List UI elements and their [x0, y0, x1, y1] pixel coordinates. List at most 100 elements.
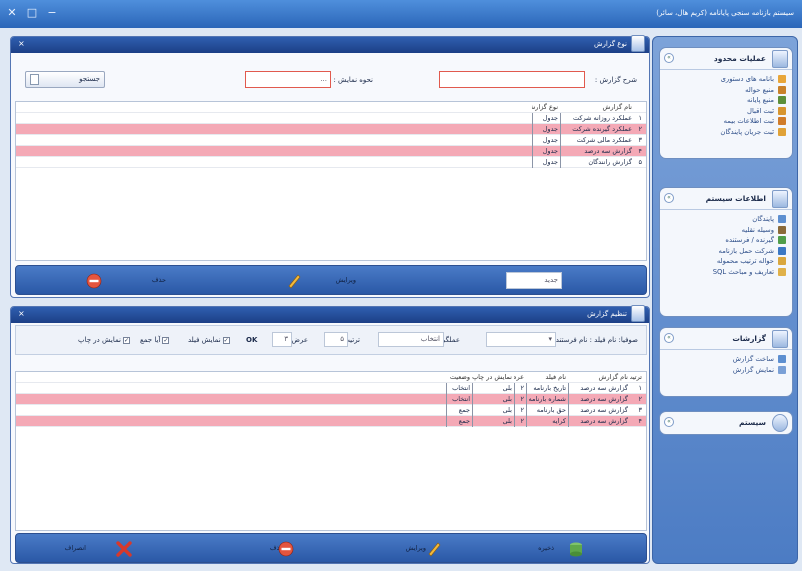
- table-cell: جدول: [532, 157, 560, 168]
- search-button[interactable]: جستجو: [25, 71, 105, 88]
- table-cell: ۴: [638, 147, 643, 155]
- column-header: نمایش در چاپ: [472, 373, 512, 381]
- table-cell: ۳: [638, 136, 643, 144]
- sidebar-item-label: شرکت حمل بازنامه: [718, 246, 774, 255]
- maximize-icon[interactable]: □: [24, 6, 40, 20]
- sidebar-item[interactable]: تعاریف و مباحث SQL: [666, 267, 786, 278]
- sidebar-item[interactable]: منبع پایانه: [666, 95, 786, 106]
- field-name-select[interactable]: ▾: [486, 332, 556, 347]
- table-row[interactable]: ۱ عملکرد روزانه شرکت جدول: [16, 113, 646, 124]
- sort-input[interactable]: ۵: [324, 332, 348, 347]
- sidebar-box-header[interactable]: « سیستم: [660, 412, 792, 434]
- display-mode-select[interactable]: ...: [245, 71, 331, 88]
- table-row[interactable]: ۴ گزارش سه درصد کرایه ۲ بلی جمع: [16, 416, 646, 427]
- width-input[interactable]: ۳: [272, 332, 292, 347]
- sidebar-item[interactable]: منبع حواله: [666, 85, 786, 96]
- sidebar-box-header[interactable]: « اطلاعات سیستم: [660, 188, 792, 210]
- cancel-button[interactable]: انصراف: [56, 541, 146, 557]
- table-row[interactable]: ۳ گزارش سه درصد حق بارنامه ۲ بلی جمع: [16, 405, 646, 416]
- collapse-icon[interactable]: «: [664, 333, 674, 343]
- menu-item-icon: [778, 236, 786, 244]
- window-title: سیستم بازنامه سنجی پایانامه (کریم هال، س…: [656, 9, 794, 17]
- column-header: نام گزارش: [602, 103, 632, 111]
- sidebar-box-header[interactable]: « عملیات محدود: [660, 48, 792, 70]
- print-checkbox[interactable]: ✓نمایش در چاپ: [78, 336, 130, 344]
- sidebar-item[interactable]: وسیله نقلیه: [666, 225, 786, 236]
- table-cell: ۲: [638, 125, 643, 133]
- menu-item-icon: [778, 225, 786, 234]
- ok-button[interactable]: OK: [246, 336, 257, 344]
- database-save-icon: [570, 542, 582, 557]
- menu-item-icon: [778, 85, 786, 94]
- column-header: عرض: [514, 373, 524, 381]
- delete-button[interactable]: حذف: [86, 273, 166, 289]
- sidebar-item[interactable]: شرکت حمل بازنامه: [666, 246, 786, 257]
- sidebar-item-label: وسیله نقلیه: [741, 225, 774, 234]
- fields-table: ترتیبنام گزارش نام فیلد عرضنمایش در چاپوضع…: [15, 371, 647, 531]
- sidebar-box-title: اطلاعات سیستم: [705, 194, 766, 203]
- sidebar-item-label: منبع پایانه: [747, 96, 774, 104]
- sum-checkbox[interactable]: ✓آیا جمع: [140, 336, 170, 344]
- sidebar-item[interactable]: نمایش گزارش: [666, 365, 786, 376]
- collapse-icon[interactable]: «: [664, 53, 674, 63]
- table-header-row: نام گزارش نوع گزارش: [16, 102, 646, 113]
- sidebar-item[interactable]: بانامه های دستوری: [666, 74, 786, 85]
- shield-icon: [772, 414, 788, 432]
- delete-button[interactable]: حذف: [224, 541, 304, 557]
- close-icon[interactable]: ×: [18, 309, 25, 318]
- edit-button[interactable]: ویرایش: [286, 273, 356, 289]
- edit-button[interactable]: ویرایش: [366, 541, 446, 557]
- sidebar-box-system-info: « اطلاعات سیستم پایندگان وسیله نقلیه گیرند…: [659, 187, 793, 317]
- table-cell: ۵: [638, 158, 643, 166]
- menu-item-icon: [778, 127, 786, 136]
- document-icon: [772, 50, 788, 68]
- sidebar-item[interactable]: ثبت اقبال: [666, 106, 786, 117]
- table-cell: شماره بارنامه: [526, 394, 568, 405]
- collapse-icon[interactable]: «: [664, 417, 674, 427]
- sidebar-item-label: حواله ترتیب محموله: [716, 257, 774, 265]
- delete-icon: [86, 273, 102, 289]
- table-row[interactable]: ۳ عملکرد مالی شرکت جدول: [16, 135, 646, 146]
- sidebar-box-header[interactable]: « گزارشات: [660, 328, 792, 350]
- table-row[interactable]: ۲ گزارش سه درصد شماره بارنامه ۲ بلی انتخاب: [16, 394, 646, 405]
- save-label: ذخیره: [538, 544, 554, 552]
- table-cell: ۲: [514, 405, 526, 416]
- table-row[interactable]: ۱ گزارش سه درصد تاریخ بارنامه ۲ بلی انتخاب: [16, 383, 646, 394]
- column-header: نام گزارش: [598, 373, 628, 381]
- table-row[interactable]: ۵ گزارش رانندگان جدول: [16, 157, 646, 168]
- save-button[interactable]: ذخیره: [514, 541, 594, 557]
- report-settings-panel: تنظیم گزارش × صوفیا: نام فیلد : نام فرست…: [10, 305, 650, 564]
- show-field-checkbox[interactable]: ✓نمایش فیلد: [188, 336, 230, 344]
- collapse-icon[interactable]: «: [664, 193, 674, 203]
- table-cell: گزارش سه درصد: [568, 383, 630, 394]
- sidebar-item[interactable]: پایندگان: [666, 214, 786, 225]
- table-cell: گزارش سه درصد: [568, 416, 630, 427]
- table-cell: ۲: [638, 395, 643, 403]
- table-cell: جمع: [446, 416, 472, 427]
- search-label: جستجو: [79, 75, 100, 83]
- table-cell: ۱: [638, 114, 643, 122]
- report-icon: [772, 330, 788, 348]
- table-cell: جمع: [446, 405, 472, 416]
- sidebar-item-label: ثبت اطلاعات بیمه: [723, 117, 774, 125]
- sidebar-item[interactable]: ساخت گزارش: [666, 354, 786, 365]
- close-icon[interactable]: ×: [18, 39, 25, 48]
- sidebar-item[interactable]: حواله ترتیب محموله: [666, 256, 786, 267]
- operator-select[interactable]: انتخاب: [378, 332, 444, 347]
- table-row[interactable]: ۲ عملکرد گیرنده شرکت جدول: [16, 124, 646, 135]
- sidebar: « عملیات محدود بانامه های دستوری منبع حوا…: [652, 36, 798, 564]
- sum-label: آیا جمع: [140, 336, 161, 344]
- table-header-row: ترتیبنام گزارش نام فیلد عرضنمایش در چاپوضع…: [16, 372, 646, 383]
- sidebar-item[interactable]: ثبت اطلاعات بیمه: [666, 116, 786, 127]
- table-cell: ۲: [514, 394, 526, 405]
- bottom-action-bar: ذخیره ویرایش حذف انصراف: [15, 533, 647, 563]
- close-icon[interactable]: ✕: [4, 6, 20, 20]
- cancel-label: انصراف: [64, 544, 86, 552]
- report-desc-input[interactable]: [439, 71, 585, 88]
- sidebar-item[interactable]: گیرنده / فرستنده: [666, 235, 786, 246]
- sidebar-item[interactable]: ثبت جریان پایندگان: [666, 127, 786, 138]
- new-report-input[interactable]: جدید: [506, 272, 562, 289]
- minimize-icon[interactable]: −: [44, 6, 60, 20]
- table-cell: ۲: [514, 383, 526, 394]
- table-row[interactable]: ۴ گزارش سه درصد جدول: [16, 146, 646, 157]
